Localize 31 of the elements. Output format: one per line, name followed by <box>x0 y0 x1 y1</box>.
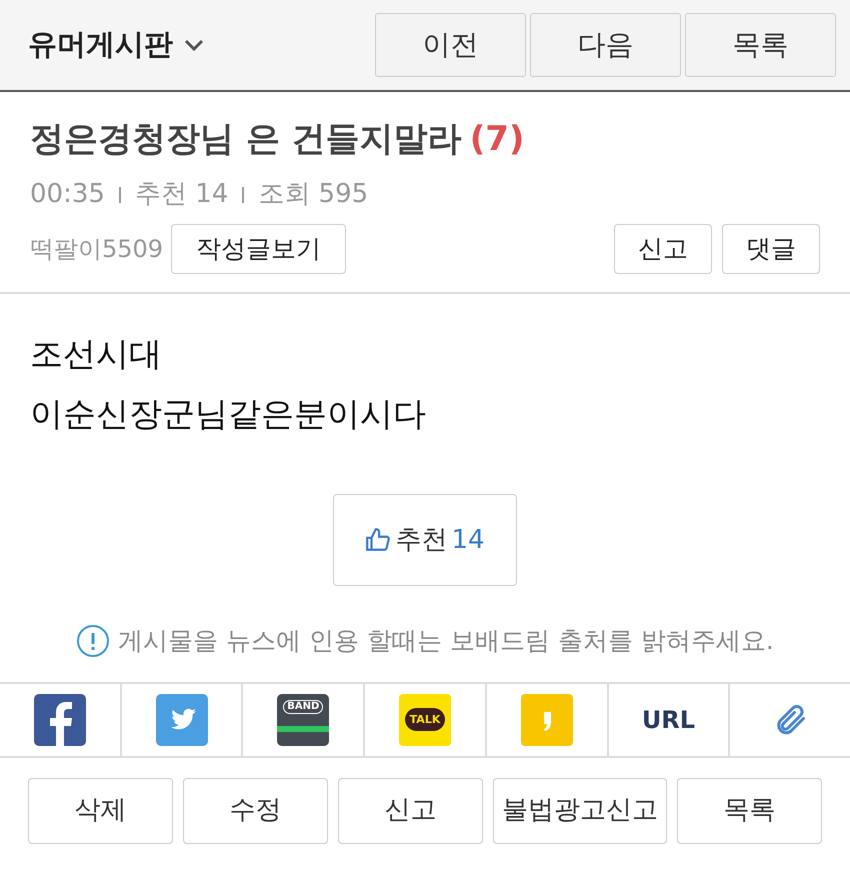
action-button[interactable]: 신고 <box>614 224 712 274</box>
chevron-icon[interactable] <box>183 38 205 52</box>
comma-icon <box>520 694 573 746</box>
recommend-count: 추천 14 <box>134 178 228 211</box>
view-count: 조회 595 <box>258 178 368 211</box>
url-link[interactable]: URL <box>642 702 696 738</box>
bird-icon <box>156 694 208 746</box>
recommend-button[interactable]: 추천 14 <box>333 494 517 586</box>
footer-button[interactable]: 수정 <box>183 778 328 844</box>
band-icon: BAND <box>277 694 330 746</box>
author-name: 떡팔이5509 <box>30 234 164 265</box>
facebook-icon <box>34 694 86 746</box>
nav-button[interactable]: 다음 <box>530 13 681 77</box>
thumbs-up-icon <box>365 527 392 553</box>
footer-button[interactable]: 불법광고신고 <box>493 778 667 844</box>
post-title: 정은경청장님 은 건들지말라 <box>30 118 462 161</box>
body-text: 조선시대 <box>30 333 163 375</box>
post-time: 00:35 <box>30 178 105 211</box>
footer-button[interactable]: 목록 <box>677 778 822 844</box>
comment-count: (7) <box>470 118 524 161</box>
author-posts-button[interactable]: 작성글보기 <box>171 224 346 274</box>
footer-button[interactable]: 신고 <box>338 778 483 844</box>
nav-button[interactable]: 이전 <box>375 13 526 77</box>
notice-text: 게시물을 뉴스에 인용 할때는 보배드림 출처를 밝혀주세요. <box>118 625 774 657</box>
nav-button[interactable]: 목록 <box>685 13 836 77</box>
talk-icon: TALK <box>399 694 452 746</box>
info-icon <box>76 624 110 658</box>
footer-button[interactable]: 삭제 <box>28 778 173 844</box>
body-text: 이순신장군님같은분이시다 <box>30 393 427 435</box>
board-title[interactable]: 유머게시판 <box>28 23 173 67</box>
action-button[interactable]: 댓글 <box>722 224 820 274</box>
